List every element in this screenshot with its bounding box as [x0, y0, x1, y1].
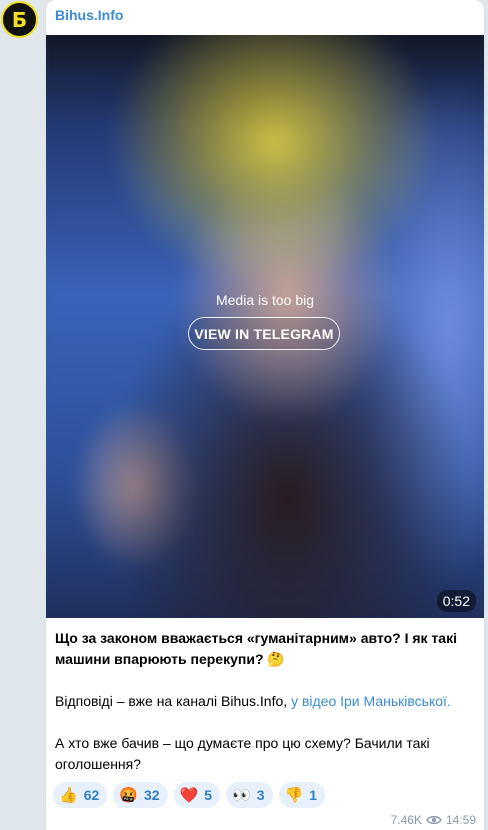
reaction-eyes[interactable]: 👀 3 — [226, 782, 273, 808]
reaction-thumbs-down[interactable]: 👎 1 — [278, 782, 325, 808]
reaction-count: 5 — [204, 787, 213, 803]
video-preview[interactable]: Media is too big VIEW IN TELEGRAM 0:52 — [46, 35, 484, 618]
reactions-bar: 👍 62 🤬 32 ❤️ 5 👀 3 👎 1 — [53, 782, 325, 808]
thumbs-up-icon: 👍 — [59, 785, 78, 804]
eyes-icon: 👀 — [232, 785, 251, 804]
reaction-count: 3 — [256, 787, 265, 803]
answer-text: Відповіді – вже на каналі Bihus.Info, — [55, 693, 292, 709]
reaction-count: 62 — [83, 787, 100, 803]
post-headline: Що за законом вважається «гуманітарним» … — [55, 630, 457, 667]
reaction-heart[interactable]: ❤️ 5 — [173, 782, 221, 808]
thumbs-down-icon: 👎 — [284, 785, 304, 804]
post-paragraph-answer: Відповіді – вже на каналі Bihus.Info, у … — [55, 691, 475, 712]
message-time: 14:59 — [445, 813, 476, 827]
post-paragraph-question: А хто вже бачив – що думаєте про цю схем… — [55, 735, 430, 772]
avatar-glyph: Б — [11, 7, 28, 32]
heart-icon: ❤️ — [179, 785, 199, 804]
view-count: 7.46K — [390, 813, 422, 827]
message-meta: 7.46K 14:59 — [391, 813, 476, 827]
post-text: Що за законом вважається «гуманітарним» … — [55, 628, 475, 775]
eye-icon — [426, 815, 442, 825]
channel-avatar[interactable]: Б — [1, 1, 38, 38]
reaction-angry[interactable]: 🤬 32 — [113, 782, 168, 808]
video-link[interactable]: у відео Іри Маньківської. — [291, 693, 451, 709]
channel-name[interactable]: Bihus.Info — [55, 7, 123, 23]
message-card: Bihus.Info Media is too big VIEW IN TELE… — [46, 0, 484, 830]
reaction-thumbs-up[interactable]: 👍 62 — [53, 782, 108, 808]
reaction-count: 32 — [143, 787, 160, 803]
video-duration: 0:52 — [436, 590, 476, 612]
reaction-count: 1 — [309, 787, 317, 803]
media-too-big-message: Media is too big — [215, 292, 315, 308]
view-in-telegram-button[interactable]: VIEW IN TELEGRAM — [188, 317, 340, 350]
angry-face-icon: 🤬 — [119, 785, 138, 804]
